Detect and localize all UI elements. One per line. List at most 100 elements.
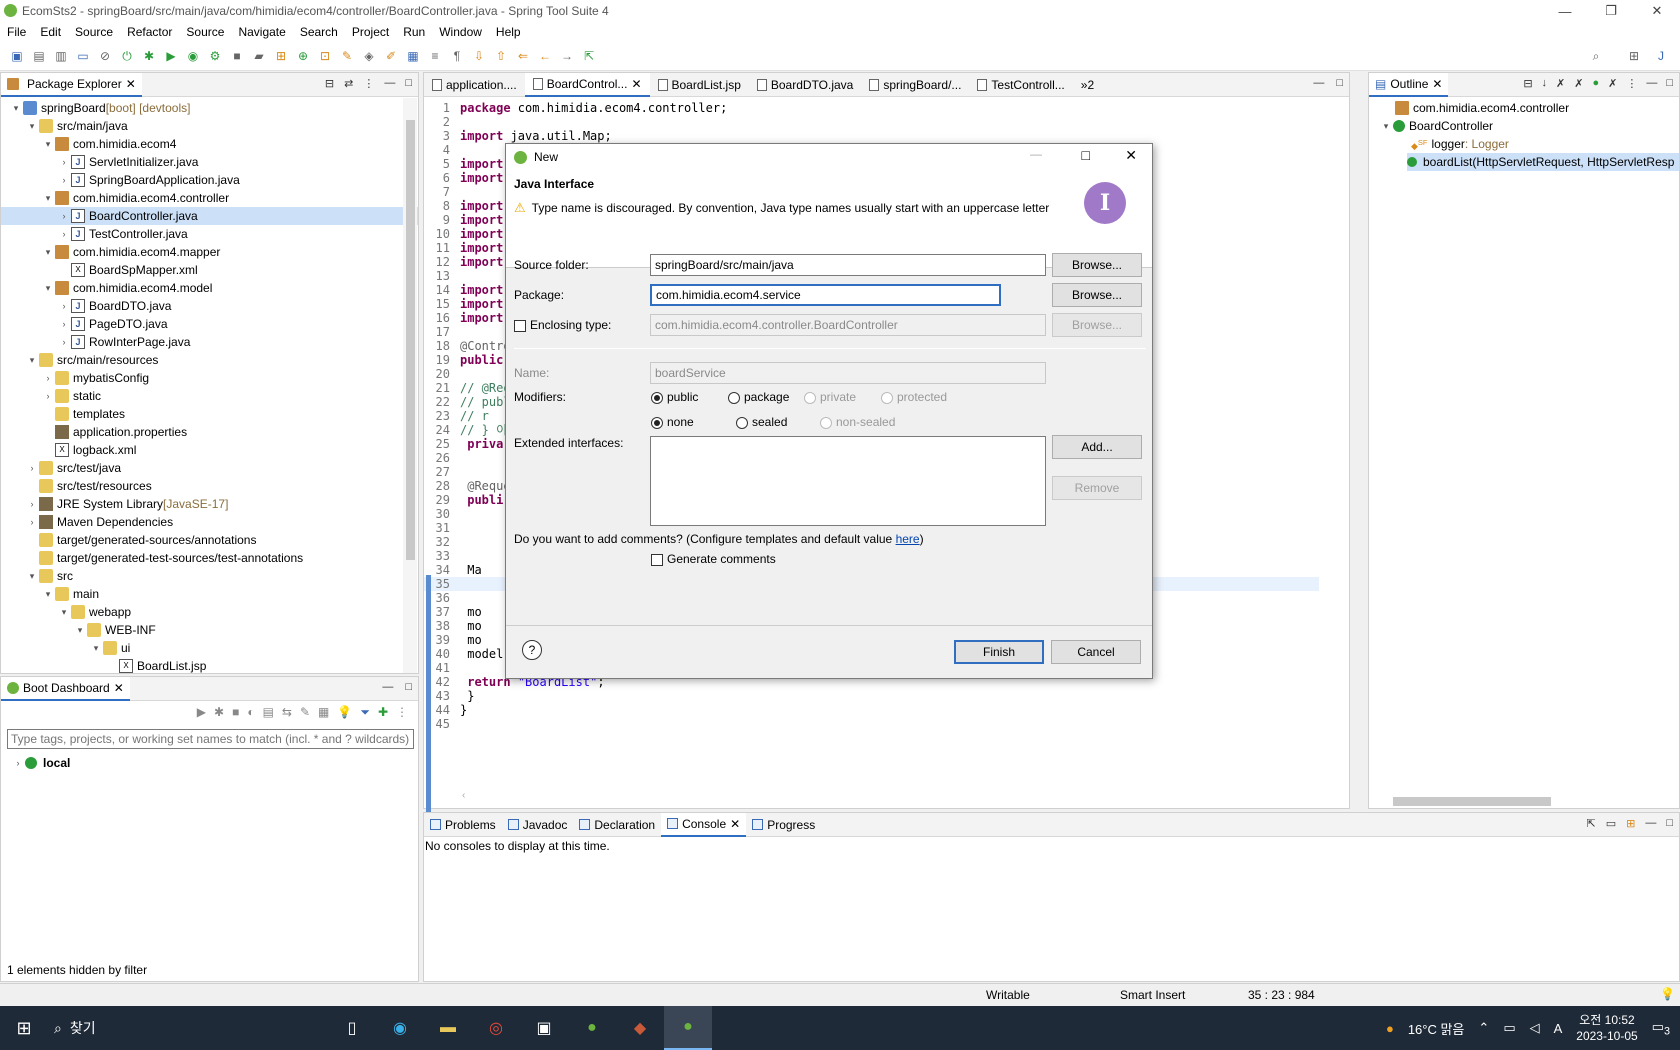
tab-javadoc[interactable]: Javadoc	[502, 813, 574, 837]
vertical-scrollbar[interactable]	[403, 98, 417, 673]
here-link[interactable]: here	[896, 532, 920, 546]
filter-icon[interactable]: ⏷	[360, 705, 370, 720]
expand-icon[interactable]: ›	[41, 369, 55, 387]
maximize-button[interactable]: ❐	[1588, 0, 1634, 22]
editor-tab[interactable]: BoardControl... ✕	[524, 72, 650, 97]
run-icon[interactable]: ▶	[162, 47, 180, 65]
link-editor-icon[interactable]: ⇄	[344, 77, 353, 90]
finish-button[interactable]: Finish	[954, 640, 1044, 664]
horizontal-scrollbar[interactable]: ‹	[462, 790, 1314, 804]
generate-comments-checkbox[interactable]: Generate comments	[651, 552, 776, 566]
tree-item[interactable]: ▾ src	[1, 567, 418, 585]
close-icon[interactable]: ✕	[114, 681, 124, 695]
modifier-sealed-radio[interactable]: sealed	[736, 415, 787, 429]
link-icon[interactable]: ⇆	[282, 705, 292, 719]
last-edit-icon[interactable]: ⇐	[514, 47, 532, 65]
terminal-app-icon[interactable]: ▣	[520, 1006, 568, 1050]
minimize-view-icon[interactable]: —	[382, 681, 393, 693]
pin-editor-icon[interactable]: ⇱	[580, 47, 598, 65]
tree-item[interactable]: › J BoardController.java	[1, 207, 418, 225]
menu-source-2[interactable]: Source	[179, 25, 231, 39]
view-menu-icon[interactable]: ⋮	[396, 705, 408, 719]
add-icon[interactable]: ✚	[378, 705, 388, 719]
edit-icon[interactable]: ✎	[300, 705, 310, 719]
collapse-all-icon[interactable]: ⊟	[1523, 77, 1532, 90]
collapse-all-icon[interactable]: ⊟	[325, 77, 334, 90]
tree-item[interactable]: › static	[1, 387, 418, 405]
hide-nonpublic-icon[interactable]: ●	[1592, 77, 1599, 90]
close-icon[interactable]: ✕	[1432, 77, 1442, 91]
search-icon[interactable]: ⌕	[1587, 47, 1605, 65]
expand-icon[interactable]: ›	[25, 513, 39, 531]
editor-tab[interactable]: BoardDTO.java	[749, 73, 861, 97]
scrollbar-thumb[interactable]	[406, 120, 415, 560]
menu-refactor[interactable]: Refactor	[120, 25, 179, 39]
dialog-minimize-button[interactable]: —	[1030, 147, 1042, 161]
save-icon[interactable]: ▤	[30, 47, 48, 65]
menu-source[interactable]: Source	[68, 25, 120, 39]
stop-icon[interactable]: ■	[228, 47, 246, 65]
menu-help[interactable]: Help	[489, 25, 528, 39]
minimize-button[interactable]: —	[1542, 0, 1588, 22]
forward-icon[interactable]: →	[558, 47, 576, 65]
editor-tab[interactable]: BoardList.jsp	[650, 73, 749, 97]
clock[interactable]: 오전 10:52 2023-10-05	[1576, 1012, 1637, 1044]
tree-item[interactable]: X BoardList.jsp	[1, 657, 418, 675]
editor-tab[interactable]: »2	[1073, 73, 1102, 97]
weather-text[interactable]: 16°C 맑음	[1408, 1019, 1465, 1038]
scrollbar-thumb[interactable]	[1393, 797, 1551, 806]
tree-item[interactable]: › J PageDTO.java	[1, 315, 418, 333]
generate-comments-check-icon[interactable]	[651, 553, 663, 566]
windows-start-icon[interactable]: ⊞	[0, 1006, 48, 1050]
tree-item[interactable]: ▾ ui	[1, 639, 418, 657]
tree-item[interactable]: templates	[1, 405, 418, 423]
close-icon[interactable]: ✕	[730, 817, 740, 831]
expand-icon[interactable]: ▾	[41, 585, 55, 603]
menu-file[interactable]: File	[0, 25, 33, 39]
outline-item-class[interactable]: ▾ BoardController	[1379, 117, 1679, 135]
minimize-view-icon[interactable]: —	[384, 77, 395, 90]
minimize-view-icon[interactable]: —	[1313, 77, 1324, 89]
boot-icon[interactable]: ⏻	[118, 47, 136, 65]
tree-item[interactable]: ▾ com.himidia.ecom4.controller	[1, 189, 418, 207]
tree-item[interactable]: target/generated-test-sources/test-annot…	[1, 549, 418, 567]
debug-start-icon[interactable]: ✱	[214, 705, 224, 719]
tree-item[interactable]: ▾ com.himidia.ecom4.model	[1, 279, 418, 297]
open-browser-icon[interactable]: ◐	[247, 705, 254, 719]
close-icon[interactable]: ✕	[126, 77, 136, 91]
tab-problems[interactable]: Problems	[424, 813, 502, 837]
dialog-maximize-button[interactable]: □	[1082, 147, 1090, 163]
skip-breakpoints-icon[interactable]: ⊘	[96, 47, 114, 65]
editor-tab[interactable]: TestControll...	[969, 73, 1072, 97]
cancel-button[interactable]: Cancel	[1051, 640, 1141, 664]
tree-item[interactable]: ▾ com.himidia.ecom4	[1, 135, 418, 153]
tree-item[interactable]: › J ServletInitializer.java	[1, 153, 418, 171]
close-icon[interactable]: ✕	[631, 77, 641, 91]
menu-search[interactable]: Search	[293, 25, 345, 39]
boot-local-item[interactable]: › local	[11, 754, 71, 772]
maximize-view-icon[interactable]: □	[405, 77, 412, 90]
table-icon[interactable]: ▦	[318, 705, 329, 719]
hide-static-icon[interactable]: ✗	[1574, 77, 1583, 90]
minimize-view-icon[interactable]: —	[1645, 817, 1656, 830]
maximize-view-icon[interactable]: □	[1666, 817, 1673, 830]
expand-icon[interactable]: ▾	[25, 117, 39, 135]
external-tools-icon[interactable]: ⚙	[206, 47, 224, 65]
hide-fields-icon[interactable]: ✗	[1556, 77, 1565, 90]
debug-icon[interactable]: ✱	[140, 47, 158, 65]
tab-boot-dashboard[interactable]: Boot Dashboard ✕	[1, 676, 130, 701]
sort-icon[interactable]: ↓	[1542, 77, 1548, 90]
console-icon[interactable]: ▤	[263, 705, 274, 719]
volume-icon[interactable]: ◁	[1530, 1020, 1540, 1036]
maximize-view-icon[interactable]: □	[1666, 77, 1673, 90]
chrome-icon[interactable]: ◎	[472, 1006, 520, 1050]
expand-icon[interactable]: ›	[11, 758, 25, 768]
expand-icon[interactable]: ▾	[25, 351, 39, 369]
show-whitespace-icon[interactable]: ¶	[448, 47, 466, 65]
taskbar-search[interactable]: ⌕ 찾기	[48, 1018, 328, 1038]
block-selection-icon[interactable]: ▦	[404, 47, 422, 65]
menu-project[interactable]: Project	[345, 25, 396, 39]
tree-item[interactable]: › J TestController.java	[1, 225, 418, 243]
back-icon[interactable]: ←	[536, 47, 554, 65]
expand-icon[interactable]: ▾	[9, 99, 23, 117]
